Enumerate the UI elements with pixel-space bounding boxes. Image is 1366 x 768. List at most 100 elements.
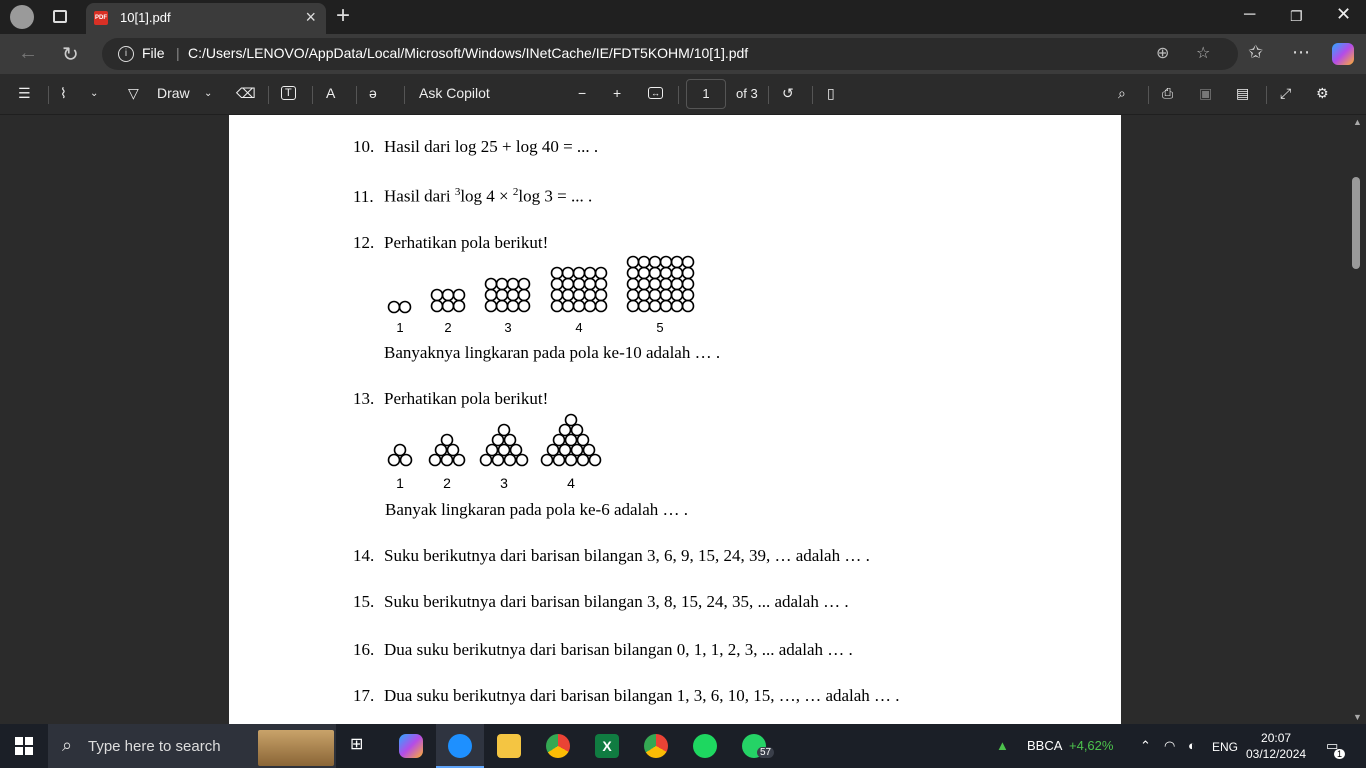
- search-icon: ⌕: [62, 735, 73, 755]
- vertical-scrollbar[interactable]: ▲ ▼: [1349, 115, 1366, 724]
- pattern-label: 1: [396, 475, 404, 491]
- windows-start-icon[interactable]: [15, 737, 33, 755]
- language-indicator[interactable]: ENG: [1212, 740, 1238, 754]
- question-text: Perhatikan pola berikut!: [384, 233, 549, 252]
- info-icon[interactable]: i: [118, 46, 134, 62]
- browser-titlebar: PDF 10[1].pdf × + ─ ❐ ✕: [0, 0, 1366, 34]
- chrome-icon[interactable]: [546, 734, 570, 758]
- read-aloud-icon[interactable]: A: [326, 85, 335, 101]
- text-box-icon[interactable]: T: [281, 86, 296, 100]
- task-view-icon[interactable]: ⊞: [350, 734, 374, 758]
- save-icon[interactable]: ▣: [1199, 85, 1212, 102]
- copilot-taskbar-icon[interactable]: [399, 734, 423, 758]
- clock-time: 20:07: [1261, 731, 1292, 745]
- restore-icon[interactable]: ❐: [1290, 8, 1303, 25]
- back-icon[interactable]: ←: [18, 42, 38, 65]
- tab-pdf[interactable]: PDF 10[1].pdf ×: [86, 3, 326, 34]
- stock-up-icon: ▲: [996, 738, 1009, 753]
- question-text: Suku berikutnya dari barisan bilangan 3,…: [384, 592, 849, 611]
- chevron-down-icon[interactable]: ⌄: [90, 88, 98, 99]
- pdf-file-icon: PDF: [94, 11, 108, 25]
- question-11: 11. Hasil dari 3log 4 × 2log 3 = ... .: [353, 186, 592, 207]
- minimize-icon[interactable]: ─: [1244, 6, 1255, 24]
- profile-avatar[interactable]: [10, 5, 34, 29]
- new-tab-button[interactable]: +: [336, 2, 350, 30]
- chrome-profile-icon[interactable]: [644, 734, 668, 758]
- contents-icon[interactable]: ☰: [18, 85, 31, 102]
- divider: [678, 86, 679, 104]
- fit-width-icon[interactable]: ↔: [648, 87, 663, 99]
- favorite-star-icon[interactable]: ☆: [1196, 43, 1210, 63]
- pdf-page: 10. Hasil dari log 25 + log 40 = ... . 11…: [229, 115, 1121, 724]
- excel-icon[interactable]: X: [595, 734, 619, 758]
- address-url[interactable]: C:/Users/LENOVO/AppData/Local/Microsoft/…: [188, 45, 748, 61]
- divider: [1148, 86, 1149, 104]
- draw-icon[interactable]: ▽: [128, 85, 139, 102]
- page-view-icon[interactable]: ▯: [827, 85, 835, 102]
- question-number: 16.: [353, 640, 375, 659]
- scroll-down-icon[interactable]: ▼: [1353, 712, 1362, 722]
- pdf-viewer[interactable]: 10. Hasil dari log 25 + log 40 = ... . 11…: [0, 115, 1366, 724]
- search-icon[interactable]: ⌕: [1118, 85, 1126, 102]
- question-text: Suku berikutnya dari barisan bilangan 3,…: [384, 546, 870, 565]
- highlight-icon[interactable]: ⌇: [60, 85, 67, 102]
- tab-actions-icon[interactable]: [53, 10, 67, 23]
- triangle-circle-pattern: 1 2 3 4: [387, 413, 602, 491]
- volume-icon[interactable]: ◐: [1188, 738, 1196, 753]
- question-number: 14.: [353, 546, 375, 565]
- file-explorer-icon[interactable]: [497, 734, 521, 758]
- chevron-down-icon[interactable]: ⌄: [204, 88, 212, 99]
- copilot-icon[interactable]: [1332, 43, 1354, 65]
- rotate-icon[interactable]: ↺: [782, 85, 794, 102]
- question-text: Dua suku berikutnya dari barisan bilanga…: [384, 686, 900, 705]
- chevron-up-icon[interactable]: ⌃: [1140, 738, 1151, 754]
- page-number-input[interactable]: 1: [686, 79, 726, 109]
- question-text-prefix: Hasil dari: [384, 186, 455, 206]
- question-14: 14. Suku berikutnya dari barisan bilangan…: [353, 546, 870, 566]
- search-highlight-image[interactable]: [258, 730, 334, 766]
- pattern-label: 2: [443, 475, 451, 491]
- zoom-in-icon[interactable]: +: [613, 85, 621, 101]
- windows-taskbar: ⌕ Type here to search ⊞ X 57 ▲ BBCA +4,6…: [0, 724, 1366, 768]
- question-13: 13. Perhatikan pola berikut!: [353, 389, 548, 409]
- draw-button[interactable]: Draw: [157, 85, 190, 101]
- taskbar-search[interactable]: ⌕ Type here to search: [48, 724, 336, 768]
- edge-browser-icon[interactable]: [448, 734, 472, 758]
- clock[interactable]: 20:07 03/12/2024: [1246, 730, 1306, 762]
- notification-count: 1: [1334, 749, 1346, 759]
- ask-copilot-button[interactable]: Ask Copilot: [419, 85, 490, 101]
- question-13-prompt: Banyak lingkaran pada pola ke-6 adalah ……: [385, 500, 689, 519]
- question-12: 12. Perhatikan pola berikut!: [353, 233, 548, 253]
- question-12-prompt: Banyaknya lingkaran pada pola ke-10 adal…: [384, 343, 721, 362]
- rectangle-circle-pattern: 1 2 3 4 5: [387, 255, 695, 335]
- spotify-icon[interactable]: [693, 734, 717, 758]
- question-16: 16. Dua suku berikutnya dari barisan bila…: [353, 640, 853, 660]
- close-tab-icon[interactable]: ×: [305, 7, 316, 28]
- more-menu-icon[interactable]: ⋯: [1292, 42, 1310, 63]
- save-as-icon[interactable]: ▤: [1236, 85, 1249, 102]
- address-separator: |: [176, 45, 180, 61]
- eraser-icon[interactable]: ⌫: [236, 85, 256, 102]
- stock-name[interactable]: BBCA: [1027, 738, 1062, 753]
- scrollbar-thumb[interactable]: [1352, 177, 1360, 269]
- question-text-mid: log 4 ×: [460, 186, 513, 206]
- divider: [404, 86, 405, 104]
- settings-gear-icon[interactable]: ⚙: [1316, 85, 1329, 102]
- search-placeholder: Type here to search: [88, 738, 221, 755]
- refresh-icon[interactable]: ↻: [62, 42, 79, 67]
- question-number: 15.: [353, 592, 375, 611]
- divider: [48, 86, 49, 104]
- zoom-icon[interactable]: ⊕: [1156, 43, 1169, 63]
- stock-change[interactable]: +4,62%: [1069, 738, 1113, 753]
- favorites-icon[interactable]: ✩: [1248, 42, 1263, 63]
- print-icon[interactable]: ⎙: [1162, 85, 1173, 102]
- wifi-icon[interactable]: ◠: [1164, 738, 1175, 754]
- fullscreen-icon[interactable]: ⤢: [1280, 85, 1291, 102]
- divider: [356, 86, 357, 104]
- address-bar[interactable]: i File | C:/Users/LENOVO/AppData/Local/M…: [102, 38, 1238, 70]
- window-close-icon[interactable]: ✕: [1336, 4, 1351, 25]
- zoom-out-icon[interactable]: −: [578, 85, 586, 101]
- translate-icon[interactable]: ə: [369, 85, 377, 101]
- scroll-up-icon[interactable]: ▲: [1353, 117, 1362, 127]
- divider: [268, 86, 269, 104]
